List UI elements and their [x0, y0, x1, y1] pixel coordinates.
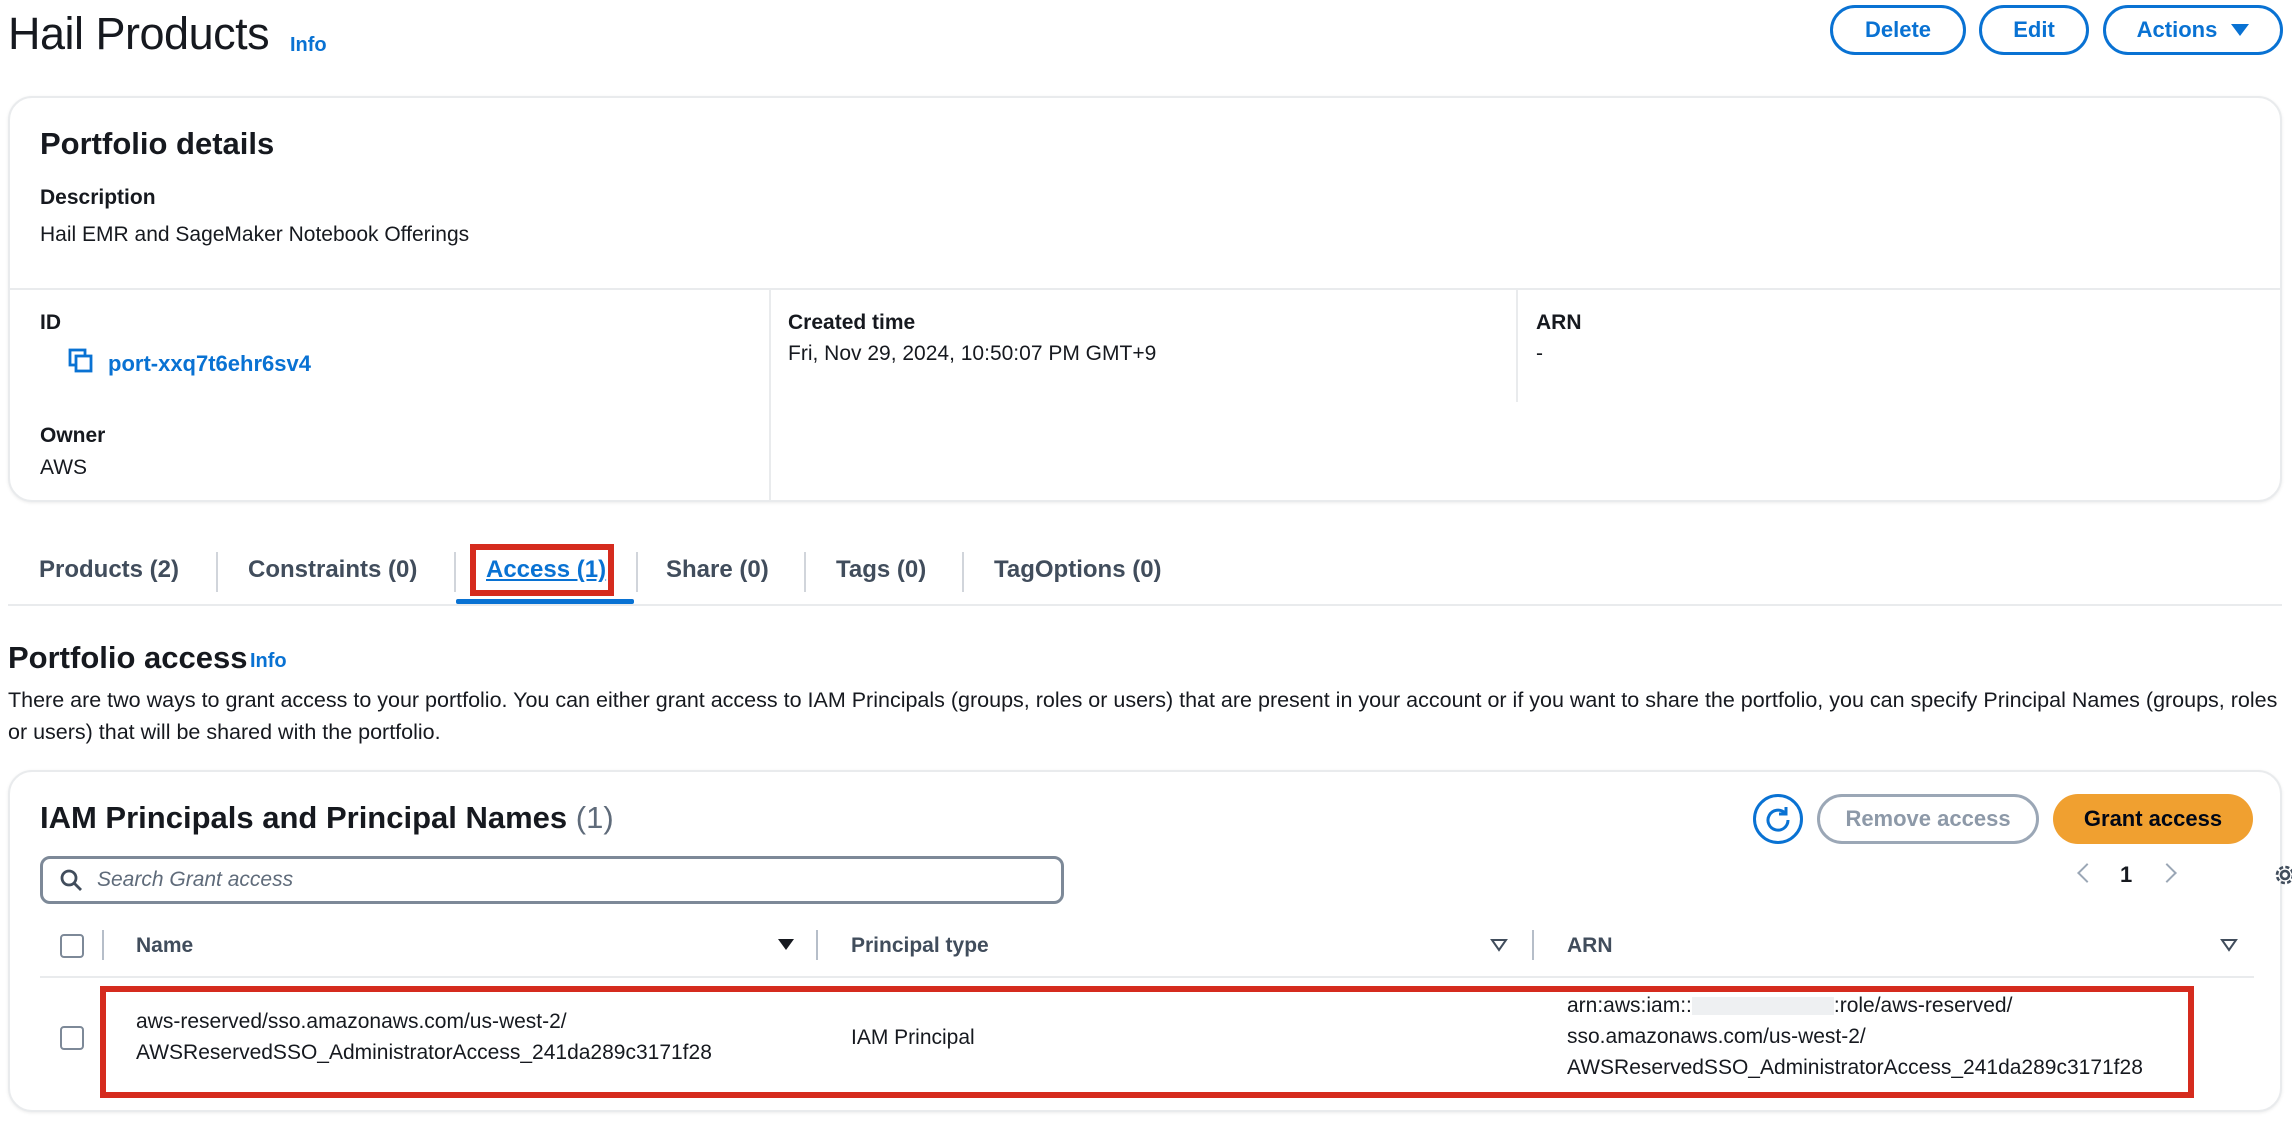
gear-icon[interactable]	[2272, 862, 2292, 888]
column-divider	[769, 290, 771, 502]
active-tab-indicator	[456, 599, 634, 604]
grant-access-label: Grant access	[2083, 806, 2223, 831]
refresh-icon	[1766, 807, 1790, 832]
portfolio-details-card: Portfolio details Description Hail EMR a…	[8, 96, 2282, 502]
tab-separator	[454, 552, 456, 592]
tab-tags[interactable]: Tags (0)	[836, 556, 926, 584]
search-icon	[60, 869, 82, 891]
arn-label: ARN	[1536, 311, 1582, 334]
column-separator	[816, 930, 818, 960]
page-title: Hail Products	[8, 8, 270, 59]
tab-share[interactable]: Share (0)	[666, 556, 769, 584]
chevron-right-icon[interactable]	[2157, 863, 2177, 883]
tab-constraints[interactable]: Constraints (0)	[248, 556, 417, 584]
column-header-arn[interactable]: ARN	[1567, 934, 1613, 958]
refresh-button[interactable]	[1753, 794, 1803, 844]
sort-caret-icon[interactable]	[2220, 938, 2238, 952]
id-label: ID	[40, 311, 61, 334]
title-info-link[interactable]: Info	[290, 34, 327, 57]
delete-button[interactable]: Delete	[1830, 5, 1966, 55]
portfolio-access-description: There are two ways to grant access to yo…	[8, 688, 2278, 744]
owner-value: AWS	[40, 456, 88, 479]
arn-value: -	[1536, 342, 1543, 365]
actions-button-label: Actions	[2136, 17, 2218, 42]
actions-dropdown-button[interactable]: Actions	[2103, 5, 2283, 55]
tab-separator	[636, 552, 638, 592]
access-tab-highlight	[470, 544, 614, 596]
portfolio-details-heading: Portfolio details	[40, 126, 275, 161]
portfolio-access-heading: Portfolio access	[8, 640, 248, 675]
column-separator	[102, 930, 104, 960]
row-checkbox[interactable]	[60, 1026, 84, 1050]
tab-separator	[216, 552, 218, 592]
chevron-left-icon[interactable]	[2077, 863, 2097, 883]
portfolio-access-info-link[interactable]: Info	[250, 650, 287, 673]
description-label: Description	[40, 186, 156, 209]
tab-separator	[962, 552, 964, 592]
search-field[interactable]	[40, 856, 1064, 904]
tab-products[interactable]: Products (2)	[39, 556, 179, 584]
search-input[interactable]	[97, 868, 997, 892]
description-value: Hail EMR and SageMaker Notebook Offering…	[40, 223, 470, 246]
created-time-value: Fri, Nov 29, 2024, 10:50:07 PM GMT+9	[788, 342, 1157, 365]
sort-caret-icon[interactable]	[1490, 938, 1508, 952]
remove-access-label: Remove access	[1845, 806, 2011, 831]
grant-access-button[interactable]: Grant access	[2053, 794, 2253, 844]
table-header-divider	[40, 976, 2254, 978]
principals-count: (1)	[575, 800, 614, 835]
portfolio-id-link[interactable]: port-xxq7t6ehr6sv4	[108, 351, 311, 377]
row-highlight	[100, 986, 2194, 1098]
caret-down-icon	[2231, 24, 2250, 36]
tab-separator	[804, 552, 806, 592]
owner-label: Owner	[40, 424, 106, 447]
delete-button-label: Delete	[1864, 17, 1932, 42]
details-divider	[10, 288, 2280, 290]
remove-access-button[interactable]: Remove access	[1817, 794, 2039, 844]
column-divider	[1516, 290, 1518, 402]
portfolio-tabs: Products (2) Constraints (0) Access (1) …	[8, 538, 2282, 606]
principals-table-title: IAM Principals and Principal Names (1)	[40, 800, 614, 836]
tab-tagoptions[interactable]: TagOptions (0)	[994, 556, 1162, 584]
sort-caret-icon[interactable]	[778, 939, 794, 950]
copy-icon[interactable]	[68, 348, 94, 374]
column-separator	[1532, 930, 1534, 960]
column-header-name[interactable]: Name	[136, 934, 193, 958]
edit-button-label: Edit	[2013, 17, 2055, 42]
select-all-checkbox[interactable]	[60, 934, 84, 958]
created-time-label: Created time	[788, 311, 916, 334]
principals-table-title-text: IAM Principals and Principal Names	[40, 800, 568, 835]
page-number[interactable]: 1	[2120, 862, 2132, 888]
edit-button[interactable]: Edit	[1979, 5, 2089, 55]
column-header-principal-type[interactable]: Principal type	[851, 934, 989, 958]
